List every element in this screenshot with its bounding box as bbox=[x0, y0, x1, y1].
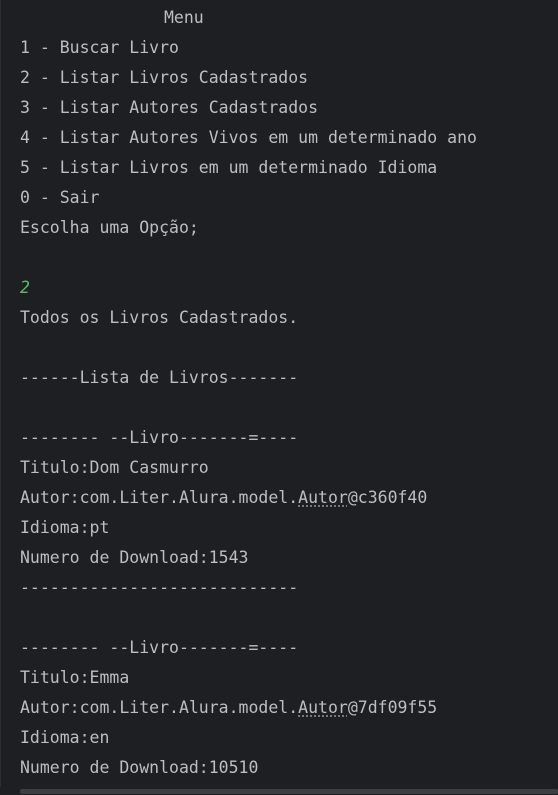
console-output[interactable]: Menu 1 - Buscar Livro 2 - Listar Livros … bbox=[0, 0, 558, 795]
prompt-text: Escolha uma Opção; bbox=[20, 218, 199, 237]
book-language: Idioma:en bbox=[20, 728, 110, 747]
book-author-prefix: Autor:com.Liter.Alura.model. bbox=[20, 698, 299, 717]
menu-item-autores-vivos: 4 - Listar Autores Vivos em um determina… bbox=[20, 128, 477, 147]
book-author-prefix: Autor:com.Liter.Alura.model. bbox=[20, 488, 299, 507]
console-left-border bbox=[0, 0, 1, 795]
console-lines: Menu 1 - Buscar Livro 2 - Listar Livros … bbox=[20, 3, 554, 783]
menu-title: Menu bbox=[164, 8, 204, 27]
book-author-class-link[interactable]: Autor bbox=[298, 488, 348, 507]
book-author: Autor:com.Liter.Alura.model.Autor@c360f4… bbox=[20, 483, 554, 513]
menu-item-sair: 0 - Sair bbox=[20, 188, 100, 207]
book-language: Idioma:pt bbox=[20, 518, 110, 537]
book-separator-bottom: ---------------------------- bbox=[20, 578, 299, 597]
menu-item-buscar-livro: 1 - Buscar Livro bbox=[20, 38, 179, 57]
book-author-hash: @7df09f55 bbox=[347, 698, 438, 717]
book-downloads: Numero de Download:1543 bbox=[20, 548, 249, 567]
menu-item-listar-autores: 3 - Listar Autores Cadastrados bbox=[20, 98, 319, 117]
list-header: ------Lista de Livros------- bbox=[20, 368, 299, 387]
book-author: Autor:com.Liter.Alura.model.Autor@7df09f… bbox=[20, 693, 554, 723]
book-title: Titulo:Dom Casmurro bbox=[20, 458, 209, 477]
menu-item-livros-idioma: 5 - Listar Livros em um determinado Idio… bbox=[20, 158, 438, 177]
book-separator-top: -------- --Livro-------=---- bbox=[20, 638, 299, 657]
book-title: Titulo:Emma bbox=[20, 668, 130, 687]
book-author-class-link[interactable]: Autor bbox=[298, 698, 348, 717]
menu-item-listar-livros: 2 - Listar Livros Cadastrados bbox=[20, 68, 309, 87]
horizontal-scrollbar[interactable] bbox=[0, 787, 558, 795]
book-downloads: Numero de Download:10510 bbox=[20, 758, 259, 777]
book-separator-top: -------- --Livro-------=---- bbox=[20, 428, 299, 447]
horizontal-scrollbar-thumb[interactable] bbox=[20, 789, 558, 794]
book-author-hash: @c360f40 bbox=[347, 488, 428, 507]
result-heading: Todos os Livros Cadastrados. bbox=[20, 308, 299, 327]
user-input: 2 bbox=[20, 278, 30, 297]
